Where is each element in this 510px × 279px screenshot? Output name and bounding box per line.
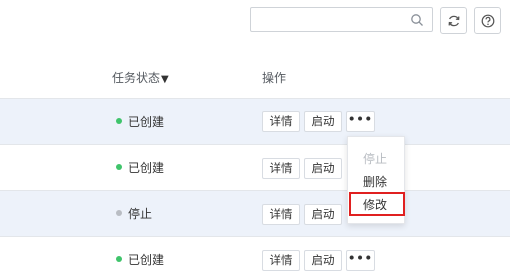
status-label: 已创建	[128, 253, 165, 267]
filter-icon[interactable]: ▼	[161, 74, 169, 85]
status-cell: 已创建	[116, 251, 164, 268]
start-button[interactable]: 启动	[304, 158, 342, 179]
more-button[interactable]: •••	[346, 111, 375, 132]
status-cell: 已创建	[116, 159, 164, 176]
status-dot	[116, 118, 122, 124]
status-cell: 已创建	[116, 113, 164, 130]
table-row: 已创建 详情 启动 •••	[0, 237, 510, 279]
help-icon	[481, 14, 495, 28]
start-button[interactable]: 启动	[304, 111, 342, 132]
search-icon[interactable]	[410, 13, 424, 27]
refresh-icon	[448, 15, 460, 27]
detail-button[interactable]: 详情	[262, 204, 300, 225]
status-dot	[116, 164, 122, 170]
detail-button[interactable]: 详情	[262, 158, 300, 179]
table-row: 已创建 详情 启动 •••	[0, 99, 510, 145]
search-box[interactable]	[250, 7, 433, 32]
search-input[interactable]	[257, 8, 407, 31]
start-button[interactable]: 启动	[304, 250, 342, 271]
status-cell: 停止	[116, 205, 152, 222]
help-button[interactable]	[474, 7, 501, 34]
refresh-button[interactable]	[440, 7, 467, 34]
table-row: 停止 详情 启动	[0, 191, 510, 237]
status-dot	[116, 210, 122, 216]
column-header-action: 操作	[262, 71, 287, 85]
annotation-highlight-box	[349, 192, 405, 216]
column-header-status[interactable]: 任务状态▼	[112, 69, 169, 86]
menu-item-delete[interactable]: 删除	[363, 173, 387, 190]
detail-button[interactable]: 详情	[262, 250, 300, 271]
status-label: 已创建	[128, 115, 165, 129]
table-row: 已创建 详情 启动	[0, 145, 510, 191]
status-label: 停止	[128, 207, 153, 221]
more-button[interactable]: •••	[346, 250, 375, 271]
detail-button[interactable]: 详情	[262, 111, 300, 132]
menu-item-stop: 停止	[363, 152, 388, 166]
status-dot	[116, 256, 122, 262]
column-header-status-label: 任务状态	[112, 71, 161, 85]
start-button[interactable]: 启动	[304, 204, 342, 225]
status-label: 已创建	[128, 161, 165, 175]
table-header: 任务状态▼ 操作	[0, 56, 510, 99]
